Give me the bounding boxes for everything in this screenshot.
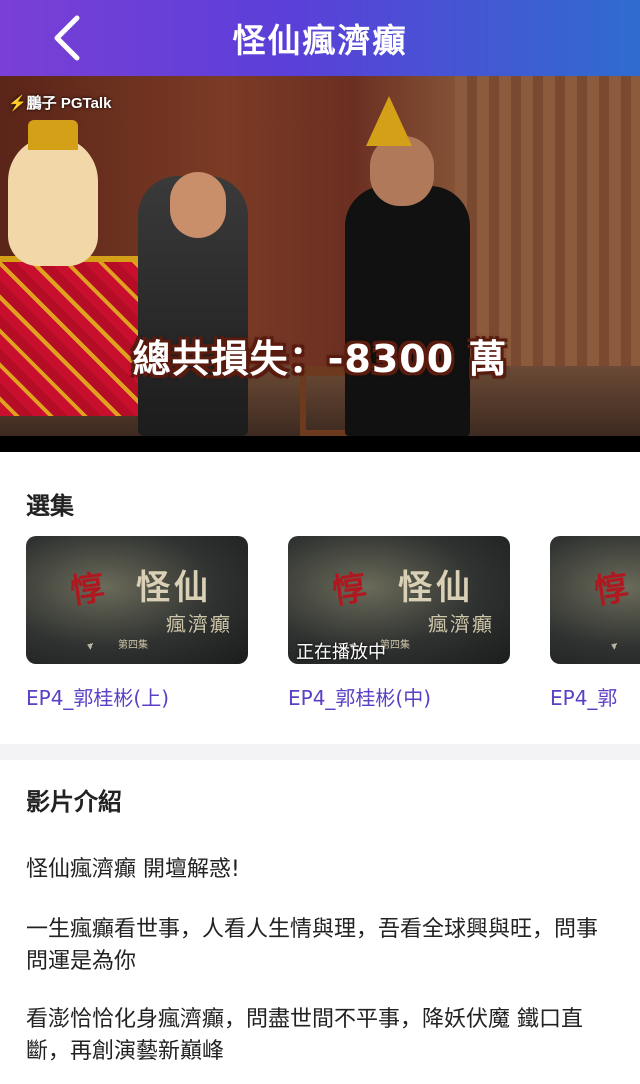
- now-playing-badge: 正在播放中: [296, 642, 386, 663]
- episode-card-playing[interactable]: 惇 怪仙 瘋濟癲 第四集 正在播放中 EP4_郭桂彬(中): [288, 536, 510, 711]
- thumbnail-title: 怪仙: [136, 568, 212, 608]
- app-header: 怪仙瘋濟癲: [0, 0, 640, 76]
- episode-card[interactable]: 惇 EP4_郭: [550, 536, 640, 711]
- video-bear-hat: [28, 120, 78, 150]
- description-paragraph: 怪仙瘋濟癲 開壇解惑!: [26, 857, 240, 882]
- description-paragraph: 一生瘋癲看世事，人看人生情與理，吾看全球興與旺，問事問運是為你: [26, 917, 599, 974]
- video-player[interactable]: ⚡鵬子 PGTalk 總共損失：-8300 萬: [0, 76, 640, 452]
- episode-list[interactable]: 惇 怪仙 瘋濟癲 第四集 EP4_郭桂彬(上) 惇 怪仙 瘋濟癲 第四集 正在播…: [0, 536, 640, 716]
- episode-thumbnail[interactable]: 惇 怪仙 瘋濟癲 第四集 正在播放中: [288, 536, 510, 664]
- video-person-right-head: [370, 136, 434, 206]
- chevron-left-icon: [54, 15, 80, 61]
- thumbnail-red-glyph: 惇: [67, 567, 108, 613]
- thumbnail-episode-number: 第四集: [118, 640, 148, 651]
- video-frame[interactable]: ⚡鵬子 PGTalk 總共損失：-8300 萬: [0, 76, 640, 436]
- back-button[interactable]: [38, 10, 94, 66]
- video-caption: 總共損失：-8300 萬: [132, 337, 508, 381]
- video-bear-figure: [8, 136, 98, 266]
- episode-label[interactable]: EP4_郭桂彬(中): [288, 682, 510, 711]
- thumbnail-red-glyph: 惇: [329, 567, 370, 613]
- section-divider: [0, 744, 640, 760]
- thumbnail-red-glyph: 惇: [591, 567, 632, 613]
- video-person-left-head: [170, 172, 226, 238]
- episode-label[interactable]: EP4_郭桂彬(上): [26, 682, 248, 711]
- video-person-right: [345, 186, 470, 436]
- page-title: 怪仙瘋濟癲: [232, 21, 408, 60]
- episodes-section-title: 選集: [26, 492, 74, 520]
- description-section-title: 影片介紹: [26, 788, 122, 816]
- thumbnail-subtitle: 瘋濟癲: [428, 612, 494, 636]
- thumbnail-subtitle: 瘋濟癲: [166, 612, 232, 636]
- description-paragraph: 看澎恰恰化身瘋濟癲，問盡世間不平事，降妖伏魔 鐵口直斷，再創演藝新巔峰: [26, 1007, 583, 1064]
- episode-thumbnail[interactable]: 惇 怪仙 瘋濟癲 第四集: [26, 536, 248, 664]
- thumbnail-title: 怪仙: [398, 568, 474, 608]
- episode-thumbnail[interactable]: 惇: [550, 536, 640, 664]
- episode-card[interactable]: 惇 怪仙 瘋濟癲 第四集 EP4_郭桂彬(上): [26, 536, 248, 711]
- video-person-right-hat: [366, 96, 412, 146]
- channel-watermark: ⚡鵬子 PGTalk: [8, 95, 112, 112]
- episode-label[interactable]: EP4_郭: [550, 682, 640, 711]
